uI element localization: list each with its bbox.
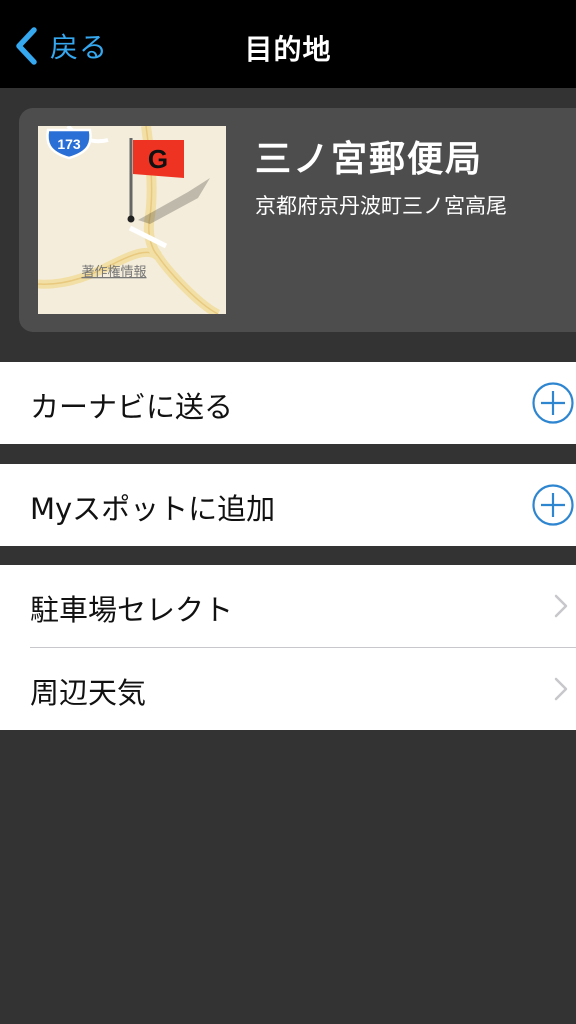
- map-copyright-link[interactable]: 著作権情報: [81, 264, 146, 280]
- chevron-right-icon: [554, 594, 568, 618]
- destination-card: 173 G 著作権情報 三ノ宮郵便局 京都府京丹波町三ノ宮高尾: [19, 108, 576, 332]
- parking-select-row[interactable]: 駐車場セレクト: [0, 565, 576, 647]
- send-to-car-navi-label: カーナビに送る: [30, 390, 234, 424]
- menu-group: 駐車場セレクト 周辺天気: [0, 565, 576, 730]
- chevron-right-icon: [554, 677, 568, 701]
- parking-select-label: 駐車場セレクト: [30, 593, 234, 627]
- navigation-bar: 戻る 目的地: [0, 0, 576, 88]
- nearby-weather-row[interactable]: 周辺天気: [0, 648, 576, 730]
- destination-name: 三ノ宮郵便局: [255, 139, 484, 180]
- add-my-spot-row[interactable]: Myスポットに追加: [0, 464, 576, 546]
- plus-circle-icon[interactable]: [531, 483, 575, 527]
- flag-letter: G: [148, 144, 168, 174]
- plus-circle-icon[interactable]: [531, 381, 575, 425]
- add-my-spot-label: Myスポットに追加: [30, 492, 276, 526]
- map-thumbnail[interactable]: 173 G 著作権情報: [38, 126, 226, 314]
- send-to-car-navi-row[interactable]: カーナビに送る: [0, 362, 576, 444]
- nearby-weather-label: 周辺天気: [30, 676, 147, 710]
- destination-address: 京都府京丹波町三ノ宮高尾: [255, 194, 507, 218]
- page-title: 目的地: [244, 33, 332, 66]
- route-number: 173: [57, 136, 81, 152]
